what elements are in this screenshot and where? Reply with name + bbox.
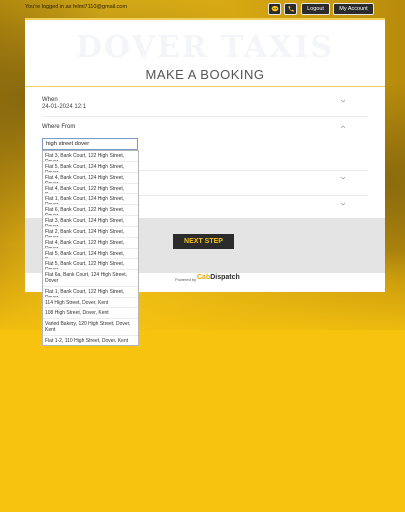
chat-button[interactable] xyxy=(268,3,281,15)
where-from-input[interactable] xyxy=(42,138,138,150)
heading-divider xyxy=(25,86,385,87)
divider xyxy=(42,116,368,117)
suggestion-item[interactable]: Flat 4, Bank Court, 124 High Street, Dov… xyxy=(43,173,138,184)
chevron-up-icon[interactable] xyxy=(340,124,346,130)
my-account-button[interactable]: My Account xyxy=(333,3,374,15)
phone-button[interactable] xyxy=(284,3,297,15)
suggestion-item[interactable]: Flat 1, Bank Court, 122 High Street, Dov… xyxy=(43,287,138,298)
cab-dispatch-logo: CabDispatch xyxy=(197,274,240,281)
phone-icon xyxy=(288,6,294,12)
suggestion-item[interactable]: 108 High Street, Dover, Kent xyxy=(43,308,138,320)
when-value[interactable]: 24-01-2024 12:1 xyxy=(42,104,86,110)
where-from-label: Where From xyxy=(42,124,76,130)
when-label: When xyxy=(42,97,58,103)
page-title: MAKE A BOOKING xyxy=(145,67,265,82)
next-step-button[interactable]: NEXT STEP xyxy=(173,234,234,249)
brand-logo-text: DOVER TAXIS xyxy=(75,30,335,65)
suggestion-item[interactable]: Varied Bakery, 120 High Street, Dover, K… xyxy=(43,319,138,336)
suggestion-item[interactable]: 114 High Street, Dover, Kent xyxy=(43,298,138,309)
logged-in-status: You're logged in as felmi7110@gmail.com xyxy=(25,4,128,10)
suggestion-item[interactable]: Flat 1, Bank Court, 124 High Street, Dov… xyxy=(43,194,138,206)
chevron-down-icon[interactable] xyxy=(340,201,346,207)
suggestion-item[interactable]: Flat 6a, Bank Court, 124 High Street, Do… xyxy=(43,270,138,287)
address-suggestions-dropdown: Flat 3, Bank Court, 122 High Street, Dov… xyxy=(42,150,139,346)
suggestion-item[interactable]: Flat 2, Bank Court, 124 High Street, Dov… xyxy=(43,227,138,238)
suggestion-item[interactable]: Flat 5, Bank Court, 124 High Street, Dov… xyxy=(43,162,138,173)
suggestion-item[interactable]: Flat 3, Bank Court, 122 High Street, Dov… xyxy=(43,151,138,162)
logout-button[interactable]: Logout xyxy=(301,3,330,15)
powered-by-label: Powered by xyxy=(175,277,197,282)
logo-cab-text: Cab xyxy=(197,274,211,281)
chevron-down-icon[interactable] xyxy=(340,175,346,181)
chevron-down-icon[interactable] xyxy=(340,98,346,104)
suggestion-item[interactable]: Flat 5, Bank Court, 124 High Street, Dov… xyxy=(43,249,138,260)
suggestion-item[interactable]: Flat 4, Bank Court, 122 High Street, Dov… xyxy=(43,238,138,249)
suggestion-item[interactable]: Flat 3, Bank Court, 124 High Street, Dov… xyxy=(43,216,138,227)
top-bar: You're logged in as felmi7110@gmail.com … xyxy=(0,0,405,18)
suggestion-item[interactable]: Flat 5, Bank Court, 122 High Street, Dov… xyxy=(43,259,138,271)
suggestion-item[interactable]: Flat 4, Bank Court, 122 High Street, Dov… xyxy=(43,184,138,195)
chat-icon xyxy=(271,5,278,12)
suggestion-item[interactable]: Flat 1-2, 110 High Street, Dover, Kent xyxy=(43,336,138,345)
logo-dispatch-text: Dispatch xyxy=(210,274,240,281)
suggestion-item[interactable]: Flat 6, Bank Court, 122 High Street, Dov… xyxy=(43,205,138,217)
